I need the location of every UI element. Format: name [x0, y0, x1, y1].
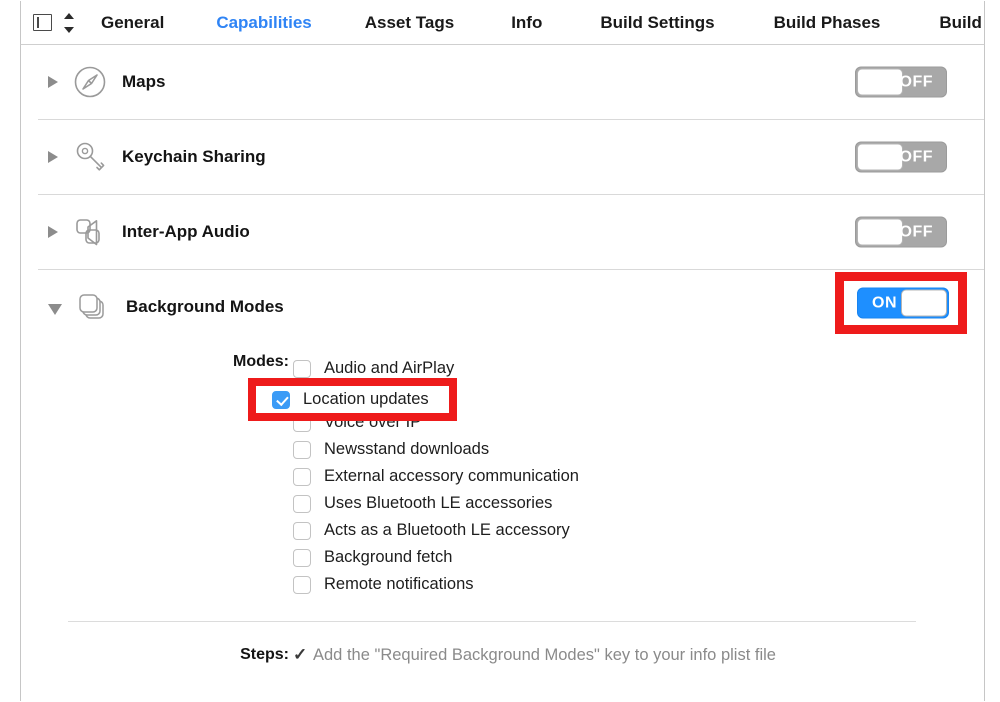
steps-section: Steps: ✓ Add the "Required Background Mo… [21, 621, 984, 670]
checkbox-acts-as-a-bluetooth-le-accessory[interactable] [293, 522, 311, 540]
checkbox-uses-bluetooth-le-accessories[interactable] [293, 495, 311, 513]
editor-tab-bar: General Capabilities Asset Tags Info Bui… [20, 1, 985, 45]
mode-label: Remote notifications [324, 575, 474, 594]
checkbox-external-accessory-communication[interactable] [293, 468, 311, 486]
capability-title-inter-app-audio: Inter-App Audio [122, 222, 250, 242]
disclosure-triangle-background-modes[interactable] [48, 304, 62, 315]
steps-text: Add the "Required Background Modes" key … [313, 646, 776, 665]
capability-row-keychain-sharing[interactable]: Keychain Sharing OFF [21, 120, 984, 194]
tab-build-rules[interactable]: Build R [939, 13, 985, 33]
mode-label: Audio and AirPlay [324, 359, 454, 378]
tab-build-settings[interactable]: Build Settings [600, 13, 714, 33]
highlight-box-location-updates: Location updates [248, 378, 457, 421]
switch-knob [857, 69, 903, 96]
steps-checkmark-icon: ✓ [293, 645, 307, 665]
highlight-box-background-modes-toggle: ON [835, 272, 967, 334]
switch-inter-app-audio[interactable]: OFF [855, 217, 947, 248]
inter-app-audio-icon [70, 212, 110, 252]
switch-knob [857, 144, 903, 171]
capabilities-pane: Maps OFF Keychain Sharing OFF [20, 45, 985, 701]
checkbox-location-updates-highlighted[interactable] [272, 391, 290, 409]
highlighted-mode-row[interactable]: Location updates [256, 386, 449, 413]
checkbox-remote-notifications[interactable] [293, 576, 311, 594]
mode-row-newsstand-downloads[interactable]: Newsstand downloads [293, 436, 984, 463]
mode-row-external-accessory-communication[interactable]: External accessory communication [293, 463, 984, 490]
disclosure-triangle-keychain-sharing[interactable] [48, 151, 58, 163]
disclosure-triangle-maps[interactable] [48, 76, 58, 88]
switch-label-inter-app-audio: OFF [900, 223, 934, 241]
xcode-capabilities-screen: General Capabilities Asset Tags Info Bui… [0, 0, 1000, 702]
steps-divider [68, 621, 916, 622]
checkbox-audio-and-airplay[interactable] [293, 360, 311, 378]
tab-asset-tags[interactable]: Asset Tags [365, 13, 454, 33]
checkbox-newsstand-downloads[interactable] [293, 441, 311, 459]
switch-knob [857, 219, 903, 246]
mode-label-highlighted: Location updates [303, 390, 429, 409]
switch-label-highlighted: ON [872, 294, 897, 312]
switch-maps[interactable]: OFF [855, 67, 947, 98]
mode-label: Uses Bluetooth LE accessories [324, 494, 552, 513]
checkbox-background-fetch[interactable] [293, 549, 311, 567]
modes-label: Modes: [203, 353, 289, 371]
tab-info[interactable]: Info [511, 13, 542, 33]
steps-label: Steps: [203, 646, 289, 664]
steps-row: Steps: ✓ Add the "Required Background Mo… [21, 644, 984, 670]
key-icon [70, 137, 110, 177]
mode-label: Newsstand downloads [324, 440, 489, 459]
capability-row-inter-app-audio[interactable]: Inter-App Audio OFF [21, 195, 984, 269]
mode-label: External accessory communication [324, 467, 579, 486]
compass-icon [70, 62, 110, 102]
tab-general[interactable]: General [101, 13, 164, 33]
switch-knob [901, 290, 947, 317]
mode-row-uses-bluetooth-le-accessories[interactable]: Uses Bluetooth LE accessories [293, 490, 984, 517]
mode-row-remote-notifications[interactable]: Remote notifications [293, 571, 984, 598]
switch-keychain-sharing[interactable]: OFF [855, 142, 947, 173]
background-modes-body: Modes: Audio and AirPlay Location update… [21, 344, 984, 670]
switch-label-keychain-sharing: OFF [900, 148, 934, 166]
capability-title-keychain-sharing: Keychain Sharing [122, 147, 266, 167]
mode-label: Background fetch [324, 548, 452, 567]
disclosure-triangle-inter-app-audio[interactable] [48, 226, 58, 238]
capability-row-maps[interactable]: Maps OFF [21, 45, 984, 119]
switch-label-maps: OFF [900, 73, 934, 91]
switch-background-modes-highlighted[interactable]: ON [857, 288, 949, 319]
capability-title-background-modes: Background Modes [126, 297, 284, 317]
tab-capabilities[interactable]: Capabilities [216, 13, 311, 33]
stacked-cards-icon [74, 287, 114, 327]
capability-title-maps: Maps [122, 72, 165, 92]
mode-row-acts-as-a-bluetooth-le-accessory[interactable]: Acts as a Bluetooth LE accessory [293, 517, 984, 544]
mode-label: Acts as a Bluetooth LE accessory [324, 521, 570, 540]
mode-row-background-fetch[interactable]: Background fetch [293, 544, 984, 571]
tab-build-phases[interactable]: Build Phases [774, 13, 881, 33]
panel-toggle-icon[interactable] [33, 14, 52, 31]
stepper-chevron-icon[interactable] [62, 12, 75, 34]
